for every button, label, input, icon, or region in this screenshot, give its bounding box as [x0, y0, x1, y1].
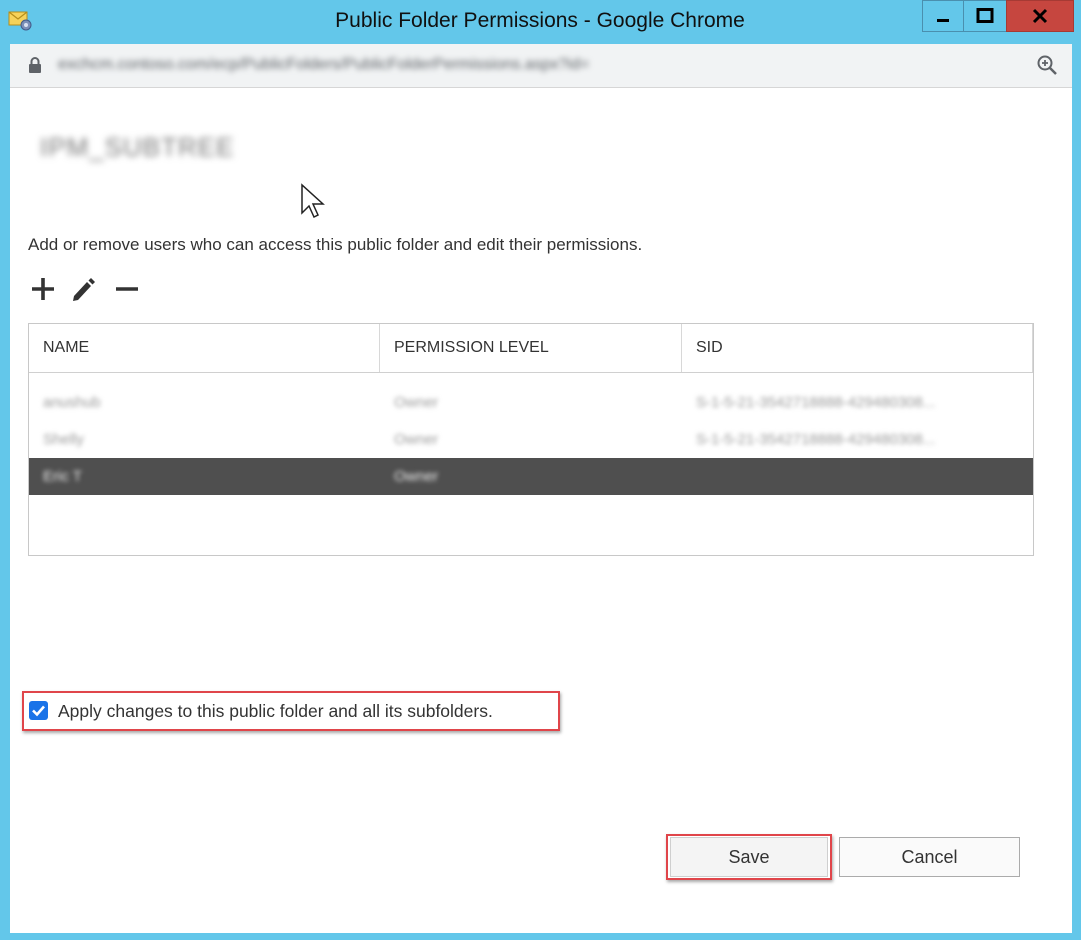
close-icon: [1032, 8, 1048, 24]
zoom-icon[interactable]: [1036, 54, 1058, 81]
maximize-icon: [976, 8, 994, 23]
cell-permission: Owner: [394, 468, 439, 485]
remove-icon: [116, 287, 138, 291]
lock-icon[interactable]: [28, 57, 42, 79]
url-text[interactable]: exchcm.contoso.com/ecp/PublicFolders/Pub…: [58, 56, 589, 74]
table-header: NAME PERMISSION LEVEL SID: [29, 324, 1033, 373]
folder-name: IPM_SUBTREE: [40, 132, 235, 162]
column-header-permission-level[interactable]: PERMISSION LEVEL: [380, 324, 682, 372]
edit-button[interactable]: [68, 274, 98, 304]
table-row[interactable]: Shelly Owner S-1-5-21-3542718888-4294803…: [29, 421, 1033, 458]
column-header-sid[interactable]: SID: [682, 324, 1033, 372]
edit-icon: [73, 278, 95, 301]
exchange-envelope-icon: [8, 8, 32, 32]
cell-name: anushub: [43, 394, 101, 411]
permissions-table: NAME PERMISSION LEVEL SID anushub Owner …: [28, 323, 1034, 556]
cell-permission: Owner: [394, 431, 439, 448]
minimize-button[interactable]: [922, 0, 964, 32]
table-row[interactable]: anushub Owner S-1-5-21-3542718888-429480…: [29, 384, 1033, 421]
cell-sid: S-1-5-21-3542718888-429480308...: [696, 394, 936, 411]
cell-name: Eric T: [43, 468, 82, 485]
checkmark-icon: [32, 705, 45, 717]
instructions-text: Add or remove users who can access this …: [28, 235, 643, 254]
maximize-button[interactable]: [963, 0, 1007, 32]
apply-subfolders-option: Apply changes to this public folder and …: [22, 691, 560, 731]
window-title: Public Folder Permissions - Google Chrom…: [335, 9, 745, 32]
add-icon: [32, 278, 54, 300]
mouse-cursor-icon: [300, 183, 326, 226]
cancel-button[interactable]: Cancel: [839, 837, 1020, 877]
table-row-selected[interactable]: Eric T Owner: [29, 458, 1033, 495]
title-bar: Public Folder Permissions - Google Chrom…: [0, 0, 1081, 44]
address-bar[interactable]: exchcm.contoso.com/ecp/PublicFolders/Pub…: [10, 44, 1072, 88]
apply-subfolders-checkbox[interactable]: [29, 701, 48, 720]
cell-name: Shelly: [43, 431, 84, 448]
column-header-name[interactable]: NAME: [29, 324, 380, 372]
apply-subfolders-label[interactable]: Apply changes to this public folder and …: [58, 701, 493, 722]
browser-window: Public Folder Permissions - Google Chrom…: [0, 0, 1081, 940]
dialog-content: IPM_SUBTREE Add or remove users who can …: [10, 88, 1072, 933]
cell-sid: [682, 458, 1022, 495]
close-button[interactable]: [1006, 0, 1074, 32]
minimize-icon: [937, 19, 949, 22]
cell-sid: S-1-5-21-3542718888-429480308...: [696, 431, 936, 448]
add-button[interactable]: [28, 274, 58, 304]
save-button[interactable]: Save: [670, 837, 828, 877]
remove-button[interactable]: [112, 274, 142, 304]
cell-permission: Owner: [394, 394, 439, 411]
